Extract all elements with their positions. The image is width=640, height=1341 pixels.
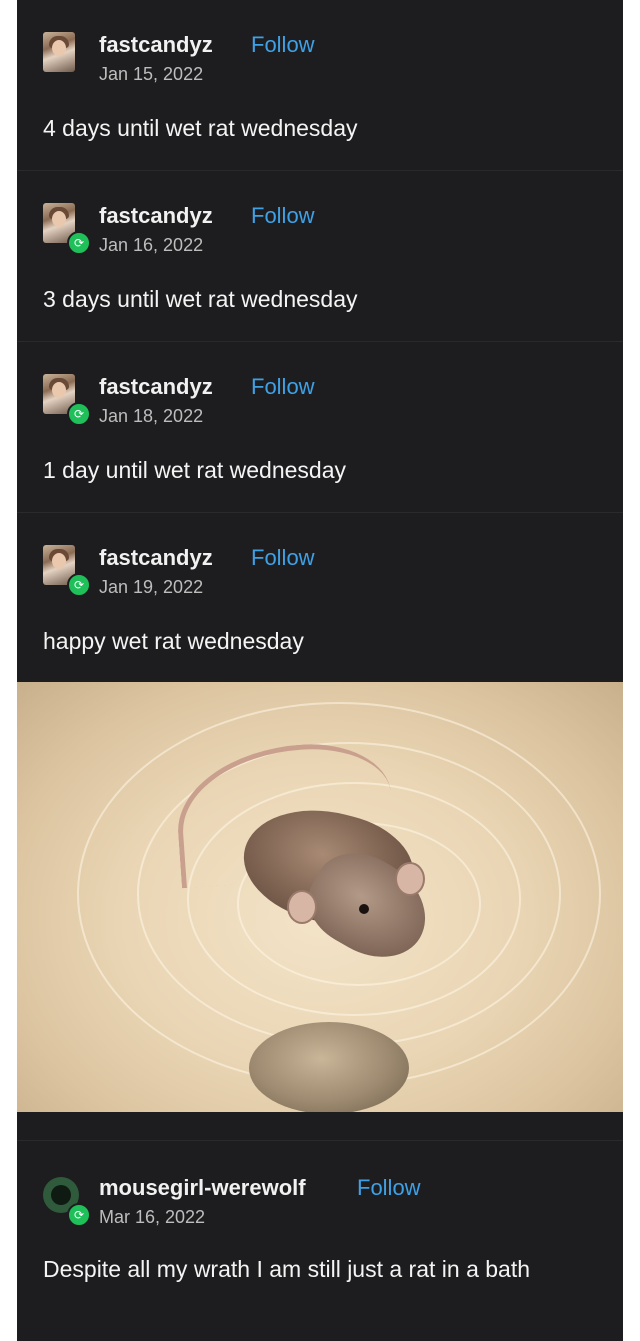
reblog-icon: ⟳ — [67, 573, 91, 597]
post-text: happy wet rat wednesday — [43, 628, 304, 654]
rat-ear — [287, 890, 317, 924]
post-2: ⟳ fastcandyz Follow Jan 16, 2022 3 days … — [17, 199, 623, 339]
reblog-icon: ⟳ — [67, 1203, 91, 1227]
follow-button[interactable]: Follow — [251, 32, 315, 58]
divider — [17, 341, 623, 342]
divider — [17, 1140, 623, 1141]
post-1: fastcandyz Follow Jan 15, 2022 4 days un… — [17, 28, 623, 168]
username[interactable]: fastcandyz — [99, 32, 213, 58]
post-5: ⟳ mousegirl-werewolf Follow Mar 16, 2022… — [17, 1171, 623, 1341]
divider — [17, 512, 623, 513]
username[interactable]: fastcandyz — [99, 374, 213, 400]
post-date[interactable]: Jan 15, 2022 — [99, 64, 203, 85]
rat-ear — [395, 862, 425, 896]
username[interactable]: mousegirl-werewolf — [99, 1175, 306, 1201]
post-text: 3 days until wet rat wednesday — [43, 286, 358, 312]
post-3: ⟳ fastcandyz Follow Jan 18, 2022 1 day u… — [17, 370, 623, 510]
username[interactable]: fastcandyz — [99, 203, 213, 229]
wet-rat-photo[interactable] — [17, 682, 623, 1112]
post-text: Despite all my wrath I am still just a r… — [43, 1256, 531, 1282]
follow-button[interactable]: Follow — [357, 1175, 421, 1201]
rat-eye — [359, 904, 369, 914]
reblog-icon: ⟳ — [67, 402, 91, 426]
post-text: 4 days until wet rat wednesday — [43, 115, 358, 141]
post-4: ⟳ fastcandyz Follow Jan 19, 2022 happy w… — [17, 541, 623, 681]
reblog-icon: ⟳ — [67, 231, 91, 255]
username[interactable]: fastcandyz — [99, 545, 213, 571]
post-text: 1 day until wet rat wednesday — [43, 457, 347, 483]
follow-button[interactable]: Follow — [251, 374, 315, 400]
post-date[interactable]: Jan 19, 2022 — [99, 577, 203, 598]
post-date[interactable]: Jan 16, 2022 — [99, 235, 203, 256]
post-date[interactable]: Jan 18, 2022 — [99, 406, 203, 427]
post-date[interactable]: Mar 16, 2022 — [99, 1207, 205, 1228]
divider — [17, 170, 623, 171]
avatar-icon[interactable] — [43, 32, 75, 72]
follow-button[interactable]: Follow — [251, 203, 315, 229]
follow-button[interactable]: Follow — [251, 545, 315, 571]
bath-drain — [249, 1022, 409, 1112]
